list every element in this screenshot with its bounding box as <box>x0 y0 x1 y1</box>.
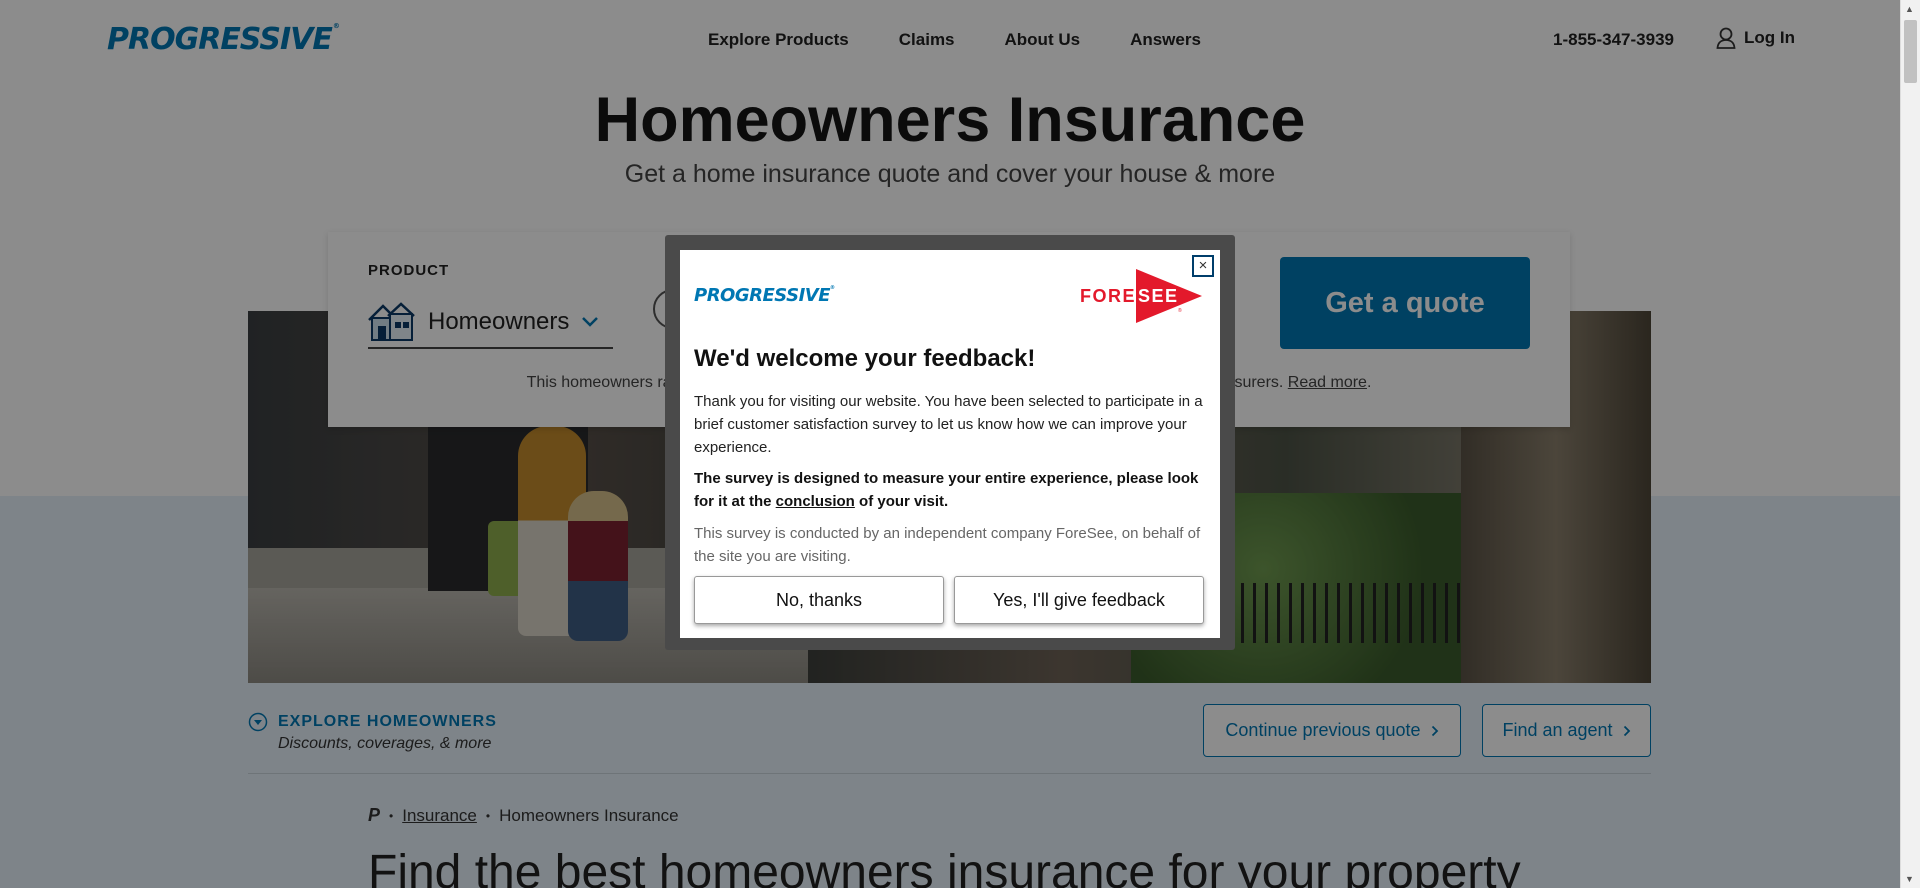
modal-emphasis-text: The survey is designed to measure your e… <box>694 467 1209 513</box>
foresee-mark: ® <box>1178 307 1182 314</box>
no-thanks-button[interactable]: No, thanks <box>694 576 944 624</box>
foresee-left-text: FORE <box>1080 286 1136 306</box>
scroll-down-icon[interactable]: ▼ <box>1905 874 1914 884</box>
close-icon[interactable]: × <box>1192 255 1214 277</box>
feedback-modal-frame: PROGRESSIVE® FORE SEE ® × We'd welcome y… <box>665 235 1235 650</box>
foresee-right-text: SEE <box>1138 286 1179 306</box>
modal-title: We'd welcome your feedback! <box>694 345 1036 372</box>
modal-body-text: Thank you for visiting our website. You … <box>694 393 1203 456</box>
scroll-thumb[interactable] <box>1904 20 1917 83</box>
modal-logo-text: PROGRESSIVE <box>694 285 831 306</box>
foresee-logo: FORE SEE ® <box>1080 269 1202 323</box>
conclusion-text: conclusion <box>775 493 855 510</box>
give-feedback-button[interactable]: Yes, I'll give feedback <box>954 576 1204 624</box>
modal-logo-mark: ® <box>830 285 835 291</box>
modal-progressive-logo: PROGRESSIVE® <box>694 285 835 306</box>
modal-note-text: This survey is conducted by an independe… <box>694 525 1201 565</box>
scroll-up-icon[interactable]: ▲ <box>1905 4 1914 14</box>
emphasis-end: of your visit. <box>854 493 949 510</box>
page-scrollbar[interactable]: ▲ ▼ <box>1900 0 1920 888</box>
feedback-modal: PROGRESSIVE® FORE SEE ® × We'd welcome y… <box>680 250 1220 638</box>
